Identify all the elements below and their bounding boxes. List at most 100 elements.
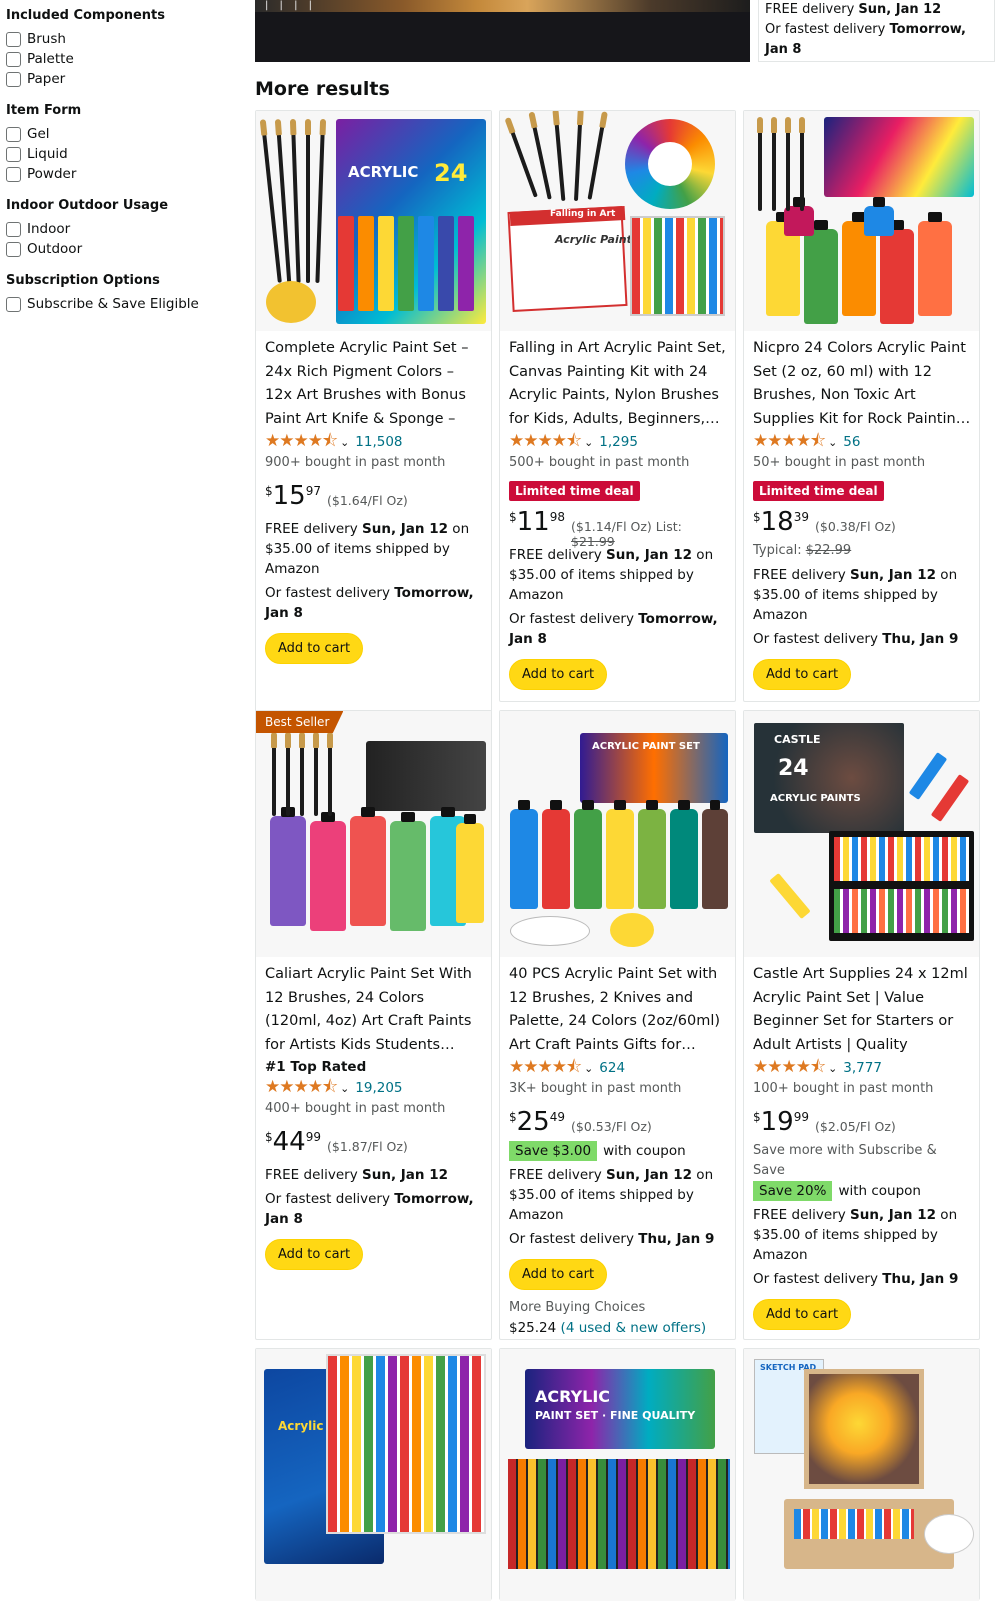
rating-count-link[interactable]: 11,508 [355, 434, 402, 450]
chevron-down-icon[interactable]: ⌄ [340, 1082, 349, 1095]
rating-count-link[interactable]: 56 [843, 434, 860, 450]
add-to-cart-button[interactable]: Add to cart [509, 1259, 608, 1290]
price[interactable]: $18 39 ($0.38/Fl Oz) [753, 507, 971, 541]
filter-option-indoor[interactable]: Indoor [6, 219, 241, 239]
paint-tube [418, 216, 434, 311]
chevron-down-icon[interactable]: ⌄ [828, 1062, 837, 1075]
product-image[interactable]: CASTLE 24 ACRYLIC PAINTS [744, 711, 979, 957]
checkbox[interactable] [6, 71, 21, 87]
product-image[interactable]: Falling in Art Acrylic Paint [500, 111, 735, 331]
brush-image [799, 117, 805, 211]
checkbox[interactable] [6, 166, 21, 182]
paint-tube [378, 216, 394, 311]
product-title[interactable]: Caliart Acrylic Paint Set With 12 Brushe… [265, 963, 483, 1057]
price[interactable]: $44 99 ($1.87/Fl Oz) [265, 1127, 483, 1161]
checkbox[interactable] [6, 241, 21, 257]
product-image[interactable]: SKETCH PAD [744, 1349, 979, 1601]
checkbox[interactable] [6, 296, 21, 312]
rating-count-link[interactable]: 1,295 [599, 434, 638, 450]
product-card: SKETCH PAD [743, 1348, 980, 1601]
paint-tube [930, 774, 970, 822]
product-title[interactable]: Complete Acrylic Paint Set – 24x Rich Pi… [265, 337, 483, 431]
product-card: Best Seller Caliart Acrylic Paint Set Wi… [255, 710, 492, 1340]
paint-tubes-image [508, 1459, 730, 1569]
filter-option-paper[interactable]: Paper [6, 69, 241, 89]
chevron-down-icon[interactable]: ⌄ [340, 436, 349, 449]
fastest-delivery-info: Or fastest delivery Tomorrow, Jan 8 [509, 611, 718, 647]
save-coupon-badge[interactable]: Save $3.00 [509, 1141, 598, 1161]
filter-item-form: Item Form Gel Liquid Powder [6, 101, 241, 184]
checkbox[interactable] [6, 126, 21, 142]
limited-time-deal-badge: Limited time deal [509, 481, 640, 501]
product-image[interactable]: ACRYLIC 24 [256, 111, 491, 331]
checkbox[interactable] [6, 31, 21, 47]
product-card: CASTLE 24 ACRYLIC PAINTS Castle Art Supp… [743, 710, 980, 1340]
checkbox[interactable] [6, 146, 21, 162]
paint-bottle [702, 800, 728, 909]
rating-count-link[interactable]: 19,205 [355, 1080, 402, 1096]
falling-in-art-label: Falling in Art [550, 209, 616, 219]
product-image[interactable] [744, 111, 979, 331]
product-info: 40 PCS Acrylic Paint Set with 12 Brushes… [500, 957, 735, 1338]
checkbox[interactable] [6, 51, 21, 67]
product-title[interactable]: Nicpro 24 Colors Acrylic Paint Set (2 oz… [753, 337, 971, 431]
filter-option-powder[interactable]: Powder [6, 164, 241, 184]
filter-option-palette[interactable]: Palette [6, 49, 241, 69]
product-info: Complete Acrylic Paint Set – 24x Rich Pi… [256, 331, 491, 678]
brush-image [587, 125, 605, 200]
filter-option-subscribe-save[interactable]: Subscribe & Save Eligible [6, 294, 241, 314]
filter-indoor-outdoor: Indoor Outdoor Usage Indoor Outdoor [6, 196, 241, 259]
price[interactable]: $11 98 ($1.14/Fl Oz) List: $21.99 [509, 507, 727, 549]
add-to-cart-button[interactable]: Add to cart [509, 659, 608, 690]
bought-in-past-month: 400+ bought in past month [265, 1101, 446, 1116]
filter-option-liquid[interactable]: Liquid [6, 144, 241, 164]
rating-count-link[interactable]: 624 [599, 1060, 625, 1076]
filter-subscription: Subscription Options Subscribe & Save El… [6, 271, 241, 314]
rating-count-link[interactable]: 3,777 [843, 1060, 882, 1076]
chevron-down-icon[interactable]: ⌄ [828, 436, 837, 449]
add-to-cart-button[interactable]: Add to cart [265, 1239, 364, 1270]
product-card: Falling in Art Acrylic Paint Falling in … [499, 110, 736, 702]
price[interactable]: $15 97 ($1.64/Fl Oz) [265, 481, 483, 515]
video-thumbnail[interactable]: | | | | [255, 0, 750, 62]
chevron-down-icon[interactable]: ⌄ [584, 436, 593, 449]
delivery-info: FREE delivery Sun, Jan 12 on $35.00 of i… [509, 1167, 714, 1223]
sponge-image [610, 913, 654, 947]
acrylic-paint-label: Acrylic Paint [555, 233, 632, 246]
brush-image [305, 119, 311, 283]
paint-bottle [880, 220, 914, 324]
bought-in-past-month: 900+ bought in past month [265, 455, 446, 470]
price[interactable]: $19 99 ($2.05/Fl Oz) [753, 1107, 971, 1141]
delivery-line: FREE delivery Sun, Jan 12 [765, 2, 942, 17]
used-new-offers-link[interactable]: (4 used & new offers) [561, 1320, 707, 1336]
filter-option-outdoor[interactable]: Outdoor [6, 239, 241, 259]
paint-bottle [864, 197, 894, 236]
limited-time-deal-badge: Limited time deal [753, 481, 884, 501]
price[interactable]: $25 49 ($0.53/Fl Oz) [509, 1107, 727, 1141]
product-image[interactable]: ACRYLIC PAINT SET · FINE QUALITY [500, 1349, 735, 1601]
product-card: ACRYLIC 24 Complete Acrylic Paint Set – … [255, 110, 492, 712]
product-title[interactable]: 40 PCS Acrylic Paint Set with 12 Brushes… [509, 963, 727, 1057]
checkbox[interactable] [6, 221, 21, 237]
palette-image [510, 916, 590, 946]
rating-row: ★★★★⯪ ⌄ 11,508 [265, 431, 483, 453]
product-title[interactable]: Castle Art Supplies 24 x 12ml Acrylic Pa… [753, 963, 971, 1057]
add-to-cart-button[interactable]: Add to cart [753, 659, 852, 690]
filter-option-gel[interactable]: Gel [6, 124, 241, 144]
save-coupon-badge[interactable]: Save 20% [753, 1181, 833, 1201]
product-image[interactable]: Acrylic Colour Set [256, 1349, 491, 1601]
product-title[interactable]: Falling in Art Acrylic Paint Set, Canvas… [509, 337, 727, 431]
chevron-down-icon[interactable]: ⌄ [584, 1062, 593, 1075]
add-to-cart-button[interactable]: Add to cart [753, 1299, 852, 1330]
rating-row: ★★★★⯪ ⌄ 624 [509, 1057, 727, 1079]
add-to-cart-button[interactable]: Add to cart [265, 633, 364, 664]
coupon-row[interactable]: Save 20% with coupon [753, 1181, 971, 1201]
product-image[interactable] [256, 711, 491, 957]
sponge-image [266, 281, 316, 323]
product-card: Acrylic Colour Set [255, 1348, 492, 1601]
filter-option-brush[interactable]: Brush [6, 29, 241, 49]
top-delivery-info: FREE delivery Sun, Jan 12 Or fastest del… [758, 0, 995, 62]
product-image[interactable]: ACRYLIC PAINT SET [500, 711, 735, 957]
fastest-delivery-info: Or fastest delivery Thu, Jan 9 [753, 1271, 959, 1287]
coupon-row[interactable]: Save $3.00 with coupon [509, 1141, 727, 1161]
